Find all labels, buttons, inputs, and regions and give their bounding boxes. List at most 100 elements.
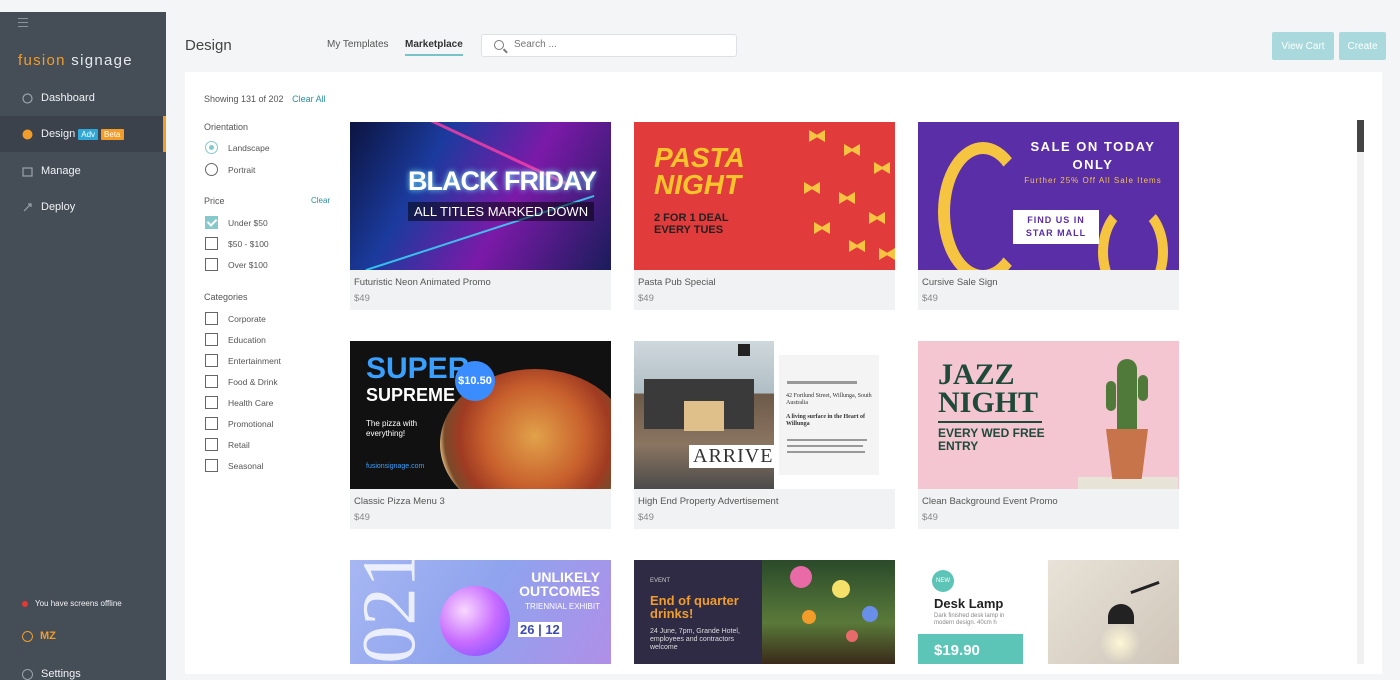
- template-card[interactable]: SALE ON TODAY ONLY Further 25% Off All S…: [918, 122, 1179, 310]
- checkbox[interactable]: [205, 417, 218, 430]
- nav-item-design[interactable]: Design Adv Beta: [0, 116, 166, 152]
- nav-label: Design: [41, 128, 76, 140]
- settings-link[interactable]: Settings: [22, 668, 81, 680]
- category-corporate[interactable]: Corporate: [205, 312, 266, 325]
- template-price: $49: [638, 512, 654, 523]
- search-input[interactable]: [514, 39, 724, 50]
- nav-item-manage[interactable]: Manage: [0, 153, 166, 189]
- category-promotional[interactable]: Promotional: [205, 417, 273, 430]
- template-thumbnail[interactable]: SALE ON TODAY ONLY Further 25% Off All S…: [918, 122, 1179, 270]
- thumb-headline: End of quarter drinks!: [650, 593, 739, 621]
- thumb-subline: Further 25% Off All Sale Items: [1024, 176, 1162, 185]
- pasta-bow-icon: [804, 182, 820, 194]
- scrollbar-thumb[interactable]: [1357, 120, 1364, 152]
- thumb-subline: ALL TITLES MARKED DOWN: [408, 202, 595, 221]
- view-cart-button[interactable]: View Cart: [1272, 32, 1334, 60]
- user-menu[interactable]: MZ: [22, 630, 56, 642]
- thumb-headline: JAZZ NIGHT: [938, 358, 1039, 419]
- template-card[interactable]: NEW Desk Lamp Dark finished desk lamp in…: [918, 560, 1179, 664]
- template-thumbnail[interactable]: 42 Fortlund Street, Willunga, South Aust…: [634, 341, 895, 489]
- agency-logo-icon: [738, 344, 750, 356]
- checkbox[interactable]: [205, 354, 218, 367]
- nav-label: Deploy: [41, 201, 76, 213]
- tab-my-templates[interactable]: My Templates: [327, 39, 389, 50]
- price-over-100[interactable]: Over $100: [205, 258, 268, 271]
- template-thumbnail[interactable]: JAZZ NIGHT EVERY WED FREE ENTRY: [918, 341, 1179, 489]
- thumb-headline: ARRIVE: [689, 445, 778, 468]
- price-under-50[interactable]: Under $50: [205, 216, 268, 229]
- pasta-bow-icon: [814, 222, 830, 234]
- pasta-bow-icon: [849, 240, 865, 252]
- template-card[interactable]: BLACK FRIDAY ALL TITLES MARKED DOWN Futu…: [350, 122, 611, 310]
- pasta-bow-icon: [879, 248, 895, 260]
- user-initials: MZ: [40, 630, 56, 642]
- template-name: Cursive Sale Sign: [922, 277, 998, 288]
- template-thumbnail[interactable]: 021 UNLIKELY OUTCOMES TRIENNIAL EXHIBIT …: [350, 560, 611, 664]
- checkbox[interactable]: [205, 459, 218, 472]
- orientation-portrait[interactable]: Portrait: [205, 163, 255, 176]
- template-card[interactable]: SUPER SUPREME The pizza with everything!…: [350, 341, 611, 529]
- tab-marketplace[interactable]: Marketplace: [405, 39, 463, 50]
- thumb-headline: SUPER: [366, 352, 470, 385]
- thumb-headline: Desk Lamp: [934, 596, 1004, 611]
- template-price: $49: [922, 512, 938, 523]
- brand-logo: fusion signage: [18, 52, 133, 69]
- radio-selected[interactable]: [205, 141, 218, 154]
- price-50-100[interactable]: $50 - $100: [205, 237, 269, 250]
- template-card[interactable]: EVENT End of quarter drinks! 24 June, 7p…: [634, 560, 895, 664]
- thumb-body: The pizza with everything!: [366, 419, 418, 438]
- checkbox-checked[interactable]: [205, 216, 218, 229]
- template-card[interactable]: JAZZ NIGHT EVERY WED FREE ENTRY Clean Ba…: [918, 341, 1179, 529]
- thumb-headline: UNLIKELY OUTCOMES: [519, 569, 600, 599]
- search-icon: [494, 40, 504, 50]
- checkbox[interactable]: [205, 438, 218, 451]
- thumb-address: 42 Fortlund Street, Willunga, South Aust…: [786, 393, 872, 427]
- thumb-headline: PASTA NIGHT: [654, 142, 744, 200]
- nav-label: Manage: [41, 165, 81, 177]
- thumb-headline: BLACK FRIDAY: [408, 166, 597, 196]
- thumb-headline: SALE ON TODAY ONLY: [1030, 139, 1156, 172]
- thumb-date: 26 | 12: [518, 622, 562, 637]
- clear-all-link[interactable]: Clear All: [292, 94, 326, 104]
- thumb-callout: FIND US IN STAR MALL: [1013, 210, 1099, 244]
- category-seasonal[interactable]: Seasonal: [205, 459, 263, 472]
- checkbox[interactable]: [205, 258, 218, 271]
- pasta-bow-icon: [839, 192, 855, 204]
- template-card[interactable]: 021 UNLIKELY OUTCOMES TRIENNIAL EXHIBIT …: [350, 560, 611, 664]
- category-education[interactable]: Education: [205, 333, 266, 346]
- offline-notice[interactable]: You have screens offline: [22, 599, 122, 608]
- menu-icon[interactable]: [18, 18, 28, 28]
- nav-item-deploy[interactable]: Deploy: [0, 189, 166, 225]
- category-retail[interactable]: Retail: [205, 438, 250, 451]
- category-health-care[interactable]: Health Care: [205, 396, 273, 409]
- results-count: Showing 131 of 202 Clear All: [204, 94, 326, 104]
- scrollbar[interactable]: [1357, 120, 1364, 664]
- template-card[interactable]: PASTA NIGHT 2 FOR 1 DEAL EVERY TUES Past…: [634, 122, 895, 310]
- thumb-subline: SUPREME: [366, 385, 456, 405]
- template-thumbnail[interactable]: SUPER SUPREME The pizza with everything!…: [350, 341, 611, 489]
- template-name: Pasta Pub Special: [638, 277, 716, 288]
- checkbox[interactable]: [205, 312, 218, 325]
- checkbox[interactable]: [205, 375, 218, 388]
- radio[interactable]: [205, 163, 218, 176]
- checkbox[interactable]: [205, 396, 218, 409]
- checkbox[interactable]: [205, 237, 218, 250]
- adv-badge: Adv: [78, 128, 99, 140]
- template-thumbnail[interactable]: PASTA NIGHT 2 FOR 1 DEAL EVERY TUES: [634, 122, 895, 270]
- template-thumbnail[interactable]: EVENT End of quarter drinks! 24 June, 7p…: [634, 560, 895, 664]
- search-box[interactable]: [481, 34, 737, 57]
- pasta-bow-icon: [869, 212, 885, 224]
- template-thumbnail[interactable]: BLACK FRIDAY ALL TITLES MARKED DOWN: [350, 122, 611, 270]
- category-food-drink[interactable]: Food & Drink: [205, 375, 278, 388]
- category-entertainment[interactable]: Entertainment: [205, 354, 281, 367]
- lanterns-photo: [762, 560, 895, 664]
- template-thumbnail[interactable]: NEW Desk Lamp Dark finished desk lamp in…: [918, 560, 1179, 664]
- orientation-heading: Orientation: [204, 122, 249, 132]
- nav-item-dashboard[interactable]: Dashboard: [0, 80, 166, 116]
- price-clear-link[interactable]: Clear: [311, 196, 330, 205]
- template-card[interactable]: 42 Fortlund Street, Willunga, South Aust…: [634, 341, 895, 529]
- thumb-price-badge: $10.50: [455, 361, 495, 401]
- checkbox[interactable]: [205, 333, 218, 346]
- create-button[interactable]: Create: [1339, 32, 1386, 60]
- orientation-landscape[interactable]: Landscape: [205, 141, 270, 154]
